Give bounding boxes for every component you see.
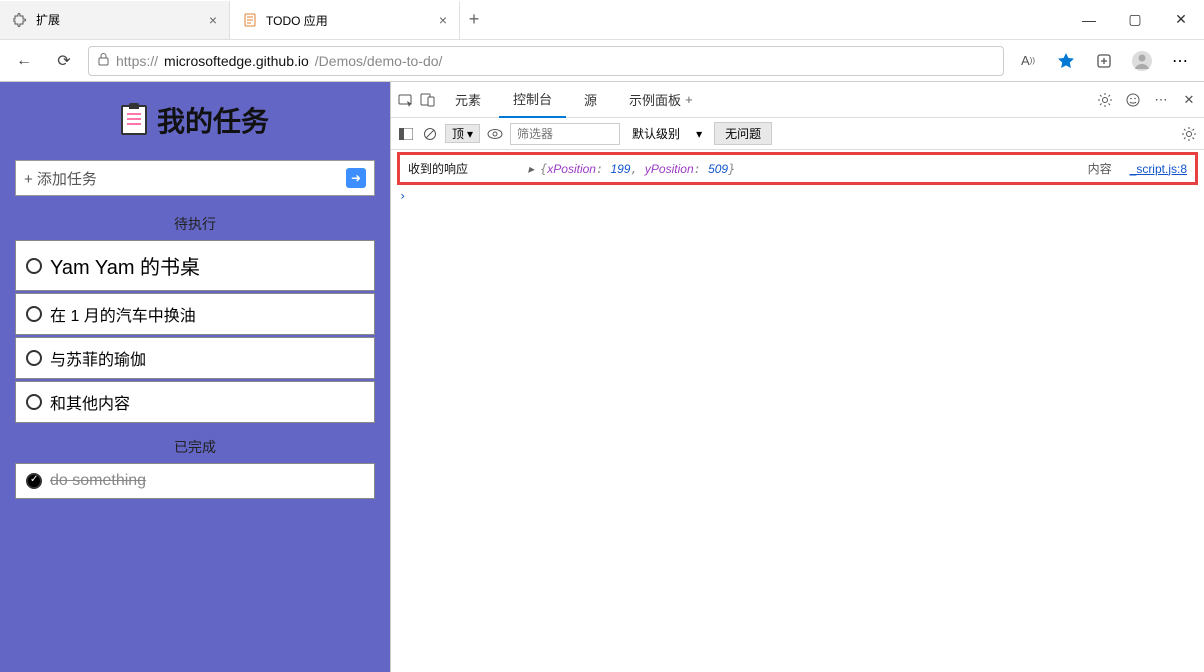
radio-icon[interactable] [26,394,42,410]
new-tab-button[interactable]: + [460,9,488,30]
feedback-icon[interactable] [1124,91,1142,109]
more-icon[interactable]: ⋯ [1152,91,1170,109]
devtools-panel: 元素 控制台 源 示例面板 + ⋯ ✕ 顶 ▾ 默认级别 ▾ 无问题 收到的响应 [390,82,1204,672]
profile-icon[interactable] [1126,45,1158,77]
close-button[interactable]: ✕ [1158,0,1204,40]
add-task-placeholder: + 添加任务 [24,168,97,189]
tab-elements[interactable]: 元素 [441,82,495,118]
inspect-icon[interactable] [397,91,415,109]
todo-app: 我的任务 + 添加任务 ➜ 待执行 Yam Yam 的书桌 在 1 月的汽车中换… [0,82,390,672]
log-object[interactable]: ▸{xPosition: 199, yPosition: 509} [528,162,735,176]
tab-console[interactable]: 控制台 [499,82,566,118]
tab-todo-app[interactable]: TODO 应用 × [230,1,460,39]
console-prompt[interactable]: › [391,187,1204,205]
address-bar[interactable]: https:// microsoftedge.github.io/Demos/de… [88,46,1004,76]
clipboard-icon [121,105,147,135]
submit-icon[interactable]: ➜ [346,168,366,188]
read-aloud-icon[interactable]: A)) [1012,45,1044,77]
url-prefix: https:// [116,53,158,69]
task-item-done[interactable]: do something [15,463,375,499]
task-label: do something [50,472,146,490]
tab-title: TODO 应用 [266,12,328,29]
app-header: 我的任务 [121,100,269,140]
radio-icon[interactable] [26,258,42,274]
add-task-input[interactable]: + 添加任务 ➜ [15,160,375,196]
task-label: 和其他内容 [50,390,130,414]
back-button[interactable]: ← [8,45,40,77]
task-item[interactable]: 与苏菲的瑜伽 [15,337,375,379]
close-icon[interactable]: × [209,12,217,28]
task-label: Yam Yam 的书桌 [50,251,200,280]
url-host: microsoftedge.github.io [164,53,309,69]
more-icon[interactable]: ⋯ [1164,45,1196,77]
close-icon[interactable]: × [439,12,447,28]
no-issues-button[interactable]: 无问题 [714,122,772,145]
close-icon[interactable]: ✕ [1180,91,1198,109]
console-output: 收到的响应 ▸{xPosition: 199, yPosition: 509} … [391,150,1204,672]
refresh-button[interactable]: ⟳ [48,45,80,77]
browser-titlebar: 扩展 × TODO 应用 × + — ▢ ✕ [0,0,1204,40]
chevron-down-icon: ▾ [696,127,702,141]
context-selector[interactable]: 顶 ▾ [445,124,480,143]
devtools-tabs: 元素 控制台 源 示例面板 + ⋯ ✕ [391,82,1204,118]
task-item[interactable]: Yam Yam 的书桌 [15,240,375,291]
tab-extensions[interactable]: 扩展 × [0,1,230,39]
chevron-down-icon: ▾ [467,127,473,141]
puzzle-icon [12,12,28,28]
url-path: /Demos/demo-to-do/ [315,53,443,69]
tab-sources[interactable]: 源 [570,82,611,118]
device-icon[interactable] [419,91,437,109]
browser-toolbar: ← ⟳ https:// microsoftedge.github.io/Demo… [0,40,1204,82]
collections-icon[interactable] [1088,45,1120,77]
radio-icon[interactable] [26,350,42,366]
task-label: 与苏菲的瑜伽 [50,346,146,370]
console-settings-icon[interactable] [1180,125,1198,143]
radio-checked-icon[interactable] [26,473,42,489]
task-item[interactable]: 在 1 月的汽车中换油 [15,293,375,335]
log-message: 收到的响应 [408,160,468,177]
app-title: 我的任务 [157,100,269,140]
file-icon [242,12,258,28]
source-link[interactable]: _script.js:8 [1130,162,1187,176]
clear-console-icon[interactable] [421,125,439,143]
filter-input[interactable] [510,123,620,145]
console-filterbar: 顶 ▾ 默认级别 ▾ 无问题 [391,118,1204,150]
maximize-button[interactable]: ▢ [1112,0,1158,40]
lock-icon [97,52,110,69]
sidebar-toggle-icon[interactable] [397,125,415,143]
live-expression-icon[interactable] [486,125,504,143]
tab-title: 扩展 [36,11,60,28]
completed-header: 已完成 [15,431,375,463]
log-context: 内容 [1088,160,1112,177]
task-label: 在 1 月的汽车中换油 [50,302,196,326]
favorite-icon[interactable] [1050,45,1082,77]
expand-icon[interactable]: ▸ [528,162,534,176]
pending-header: 待执行 [15,208,375,240]
window-controls: — ▢ ✕ [1066,0,1204,40]
minimize-button[interactable]: — [1066,0,1112,40]
task-item[interactable]: 和其他内容 [15,381,375,423]
radio-icon[interactable] [26,306,42,322]
console-log-row[interactable]: 收到的响应 ▸{xPosition: 199, yPosition: 509} … [397,152,1198,185]
settings-icon[interactable] [1096,91,1114,109]
tab-sample-panel[interactable]: 示例面板 + [615,82,707,118]
log-level-selector[interactable]: 默认级别 ▾ [626,125,708,142]
